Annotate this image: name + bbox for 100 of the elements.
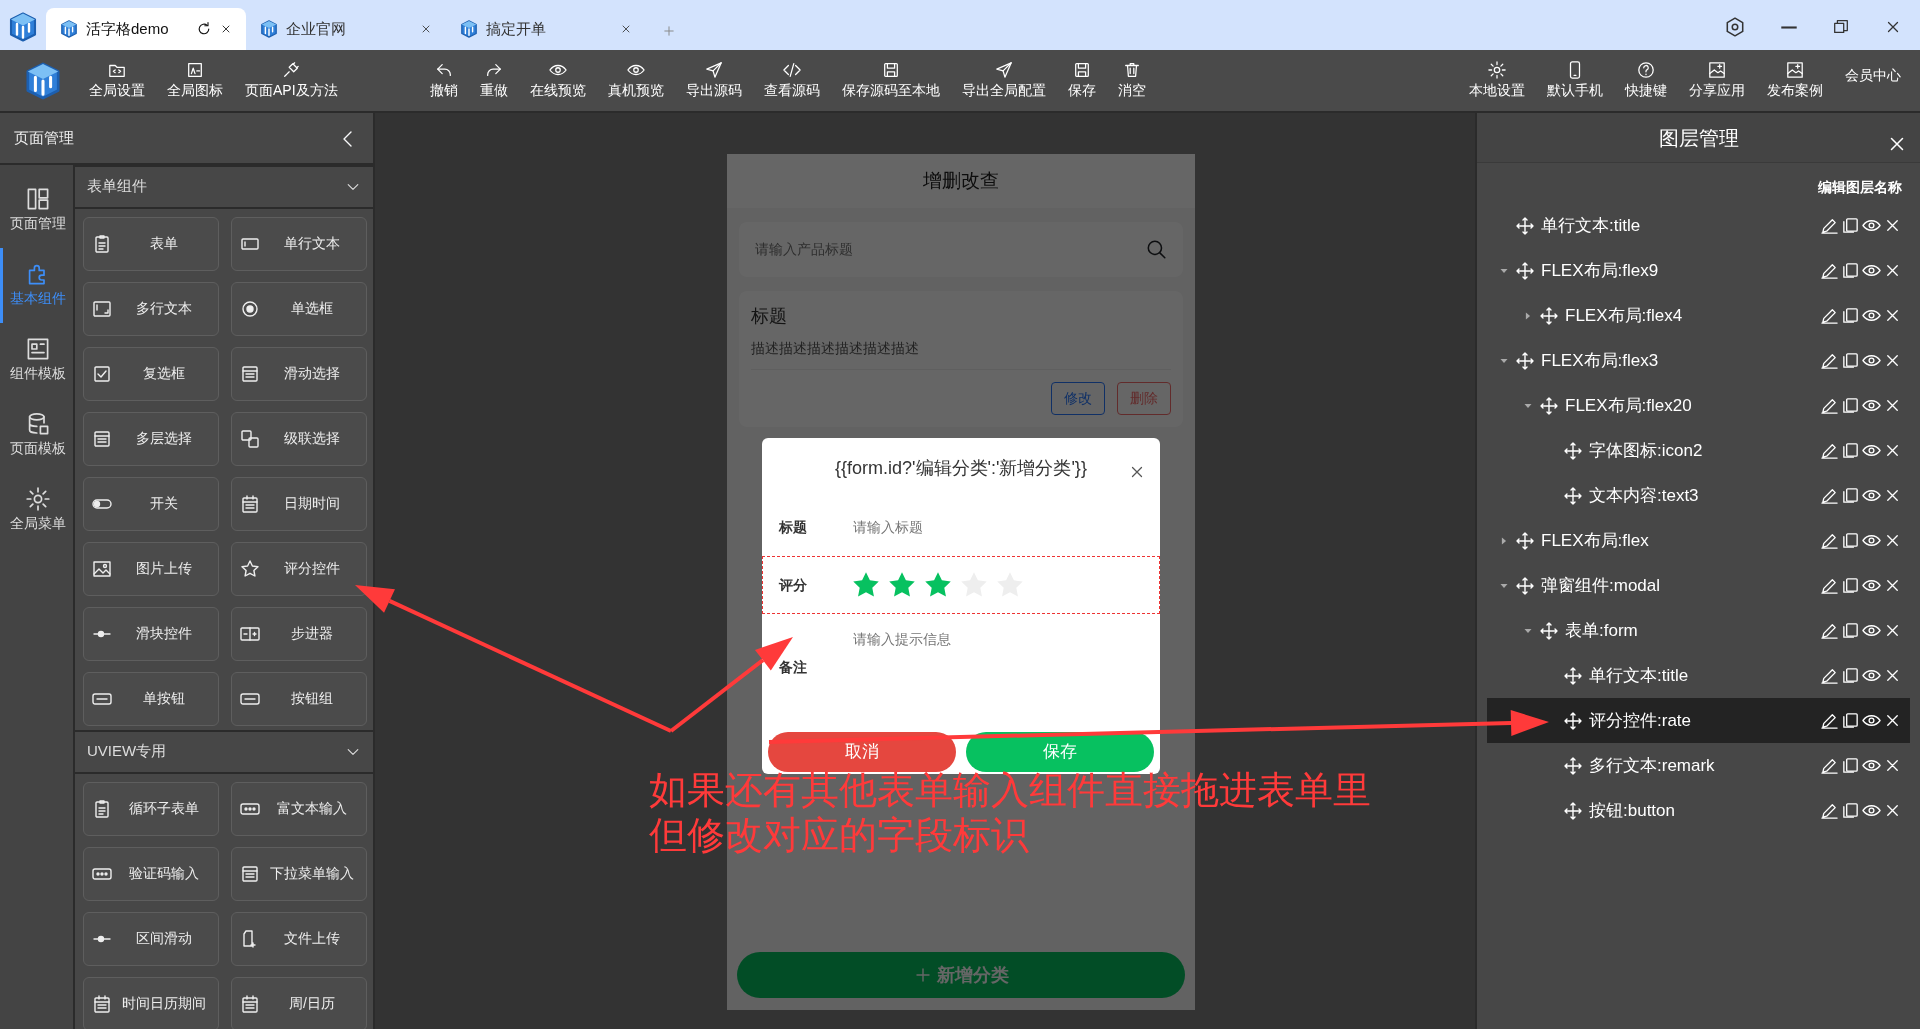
copy-icon bbox=[1841, 576, 1860, 595]
component-item[interactable]: 下拉菜单输入 bbox=[231, 846, 367, 901]
settings-icon bbox=[1488, 60, 1506, 79]
layout-icon bbox=[26, 186, 50, 211]
component-item[interactable]: 单行文本 bbox=[231, 216, 367, 271]
search-icon bbox=[1145, 238, 1167, 260]
move-icon bbox=[1539, 395, 1559, 416]
component-item[interactable]: 多层选择 bbox=[83, 411, 219, 466]
sidebar-tab[interactable]: 全局菜单 bbox=[0, 472, 73, 548]
component-item[interactable]: 评分控件 bbox=[231, 541, 367, 596]
edit-icon bbox=[1820, 531, 1839, 550]
settings-icon bbox=[26, 486, 50, 511]
component-item[interactable]: 单选框 bbox=[231, 281, 367, 336]
edit-icon bbox=[1820, 756, 1839, 775]
toolbar-button[interactable]: 本地设置 bbox=[1458, 60, 1536, 101]
toolbar-button[interactable]: 快捷键 bbox=[1614, 60, 1678, 101]
layer-item[interactable]: 评分控件:rate bbox=[1487, 698, 1910, 743]
layer-item[interactable]: FLEX布局:flex9 bbox=[1487, 248, 1910, 293]
component-item[interactable]: 周/日历 bbox=[231, 976, 367, 1029]
checkbox-icon bbox=[92, 363, 112, 384]
toolbar-button[interactable]: 默认手机 bbox=[1536, 60, 1614, 101]
edit-icon bbox=[1820, 441, 1839, 460]
move-icon bbox=[1515, 215, 1535, 236]
edit-layer-name-link[interactable]: 编辑图层名称 bbox=[1818, 179, 1902, 195]
component-item[interactable]: 滑块控件 bbox=[83, 606, 219, 661]
layer-item[interactable]: 弹窗组件:modal bbox=[1487, 563, 1910, 608]
toolbar-button[interactable]: 全局设置 bbox=[78, 60, 156, 101]
component-item[interactable]: 单按钮 bbox=[83, 671, 219, 726]
component-item[interactable]: 表单 bbox=[83, 216, 219, 271]
layer-item[interactable]: 字体图标:icon2 bbox=[1487, 428, 1910, 473]
input-field[interactable]: 请输入标题 bbox=[851, 515, 1145, 539]
logo-icon bbox=[260, 20, 278, 38]
component-item[interactable]: 复选框 bbox=[83, 346, 219, 401]
component-item[interactable]: 循环子表单 bbox=[83, 781, 219, 836]
logo-icon bbox=[60, 20, 78, 38]
cancel-button[interactable]: 取消 bbox=[768, 732, 956, 772]
component-item[interactable]: 步进器 bbox=[231, 606, 367, 661]
component-item[interactable]: 滑动选择 bbox=[231, 346, 367, 401]
copy-icon bbox=[1841, 486, 1860, 505]
member-center-link[interactable]: 会员中心 bbox=[1834, 65, 1912, 86]
layer-item[interactable]: FLEX布局:flex3 bbox=[1487, 338, 1910, 383]
sidebar-tab[interactable]: 组件模板 bbox=[0, 322, 73, 398]
move-icon bbox=[1539, 620, 1559, 641]
panel-title: 页面管理 bbox=[14, 127, 74, 148]
squares-icon bbox=[240, 428, 260, 449]
move-icon bbox=[1563, 440, 1583, 461]
textarea-icon bbox=[92, 298, 112, 319]
browser-tab[interactable]: 搞定开单 bbox=[446, 8, 646, 50]
toolbar-button[interactable]: 发布案例 bbox=[1756, 60, 1834, 101]
edit-icon bbox=[1820, 666, 1839, 685]
card-description: 描述描述描述描述描述描述 bbox=[751, 339, 920, 358]
copy-icon bbox=[1841, 756, 1860, 775]
close-icon bbox=[420, 23, 432, 35]
save-icon bbox=[1072, 60, 1091, 79]
component-item[interactable]: 按钮组 bbox=[231, 671, 367, 726]
layer-item[interactable]: 按钮:button bbox=[1487, 788, 1910, 833]
component-item[interactable]: 开关 bbox=[83, 476, 219, 531]
layer-item[interactable]: 多行文本:remark bbox=[1487, 743, 1910, 788]
image-plus-icon bbox=[1708, 60, 1726, 79]
layer-item[interactable]: FLEX布局:flex bbox=[1487, 518, 1910, 563]
toolbar-button[interactable]: 真机预览 bbox=[596, 60, 675, 101]
component-item[interactable]: 验证码输入 bbox=[83, 846, 219, 901]
toolbar-button[interactable]: 查看源码 bbox=[752, 60, 831, 101]
browser-tab[interactable]: 企业官网 bbox=[246, 8, 446, 50]
toolbar-button[interactable]: 保存 bbox=[1056, 60, 1107, 101]
toolbar-button[interactable]: 撤销 bbox=[418, 60, 469, 101]
toolbar-button[interactable]: 导出源码 bbox=[674, 60, 753, 101]
toolbar-button[interactable]: 在线预览 bbox=[518, 60, 597, 101]
layer-item[interactable]: FLEX布局:flex20 bbox=[1487, 383, 1910, 428]
sidebar-tab[interactable]: 页面模板 bbox=[0, 397, 73, 473]
layer-item[interactable]: 表单:form bbox=[1487, 608, 1910, 653]
toolbar-button[interactable]: 导出全局配置 bbox=[950, 60, 1057, 101]
toolbar-button[interactable]: 保存源码至本地 bbox=[830, 60, 951, 101]
move-icon bbox=[1515, 530, 1535, 551]
component-item[interactable]: 区间滑动 bbox=[83, 911, 219, 966]
toolbar-button[interactable]: 全局图标 bbox=[156, 60, 234, 101]
calendar-icon bbox=[92, 993, 112, 1014]
copy-icon bbox=[1841, 711, 1860, 730]
component-item[interactable]: 多行文本 bbox=[83, 281, 219, 336]
edit-icon bbox=[1820, 621, 1839, 640]
component-item[interactable]: 级联选择 bbox=[231, 411, 367, 466]
sidebar-tab[interactable]: 页面管理 bbox=[0, 172, 73, 248]
layer-item[interactable]: 单行文本:title bbox=[1487, 653, 1910, 698]
component-item[interactable]: 时间日历期间 bbox=[83, 976, 219, 1029]
component-item[interactable]: 文件上传 bbox=[231, 911, 367, 966]
layer-item[interactable]: FLEX布局:flex4 bbox=[1487, 293, 1910, 338]
toolbar-button[interactable]: 页面API及方法 bbox=[234, 60, 349, 101]
list-box-icon bbox=[240, 363, 260, 384]
layer-item[interactable]: 文本内容:text3 bbox=[1487, 473, 1910, 518]
browser-tab[interactable]: 活字格demo bbox=[46, 8, 246, 50]
component-item[interactable]: 日期时间 bbox=[231, 476, 367, 531]
component-item[interactable]: 富文本输入 bbox=[231, 781, 367, 836]
component-item[interactable]: 图片上传 bbox=[83, 541, 219, 596]
copy-icon bbox=[1841, 801, 1860, 820]
textarea-field[interactable]: 请输入提示信息 bbox=[851, 627, 1145, 694]
toolbar-button[interactable]: 分享应用 bbox=[1678, 60, 1756, 101]
toolbar-button[interactable]: 消空 bbox=[1106, 60, 1157, 101]
page-title: 增删改查 bbox=[727, 154, 1195, 208]
toolbar-button[interactable]: 重做 bbox=[468, 60, 519, 101]
layer-item[interactable]: 单行文本:title bbox=[1487, 203, 1910, 248]
